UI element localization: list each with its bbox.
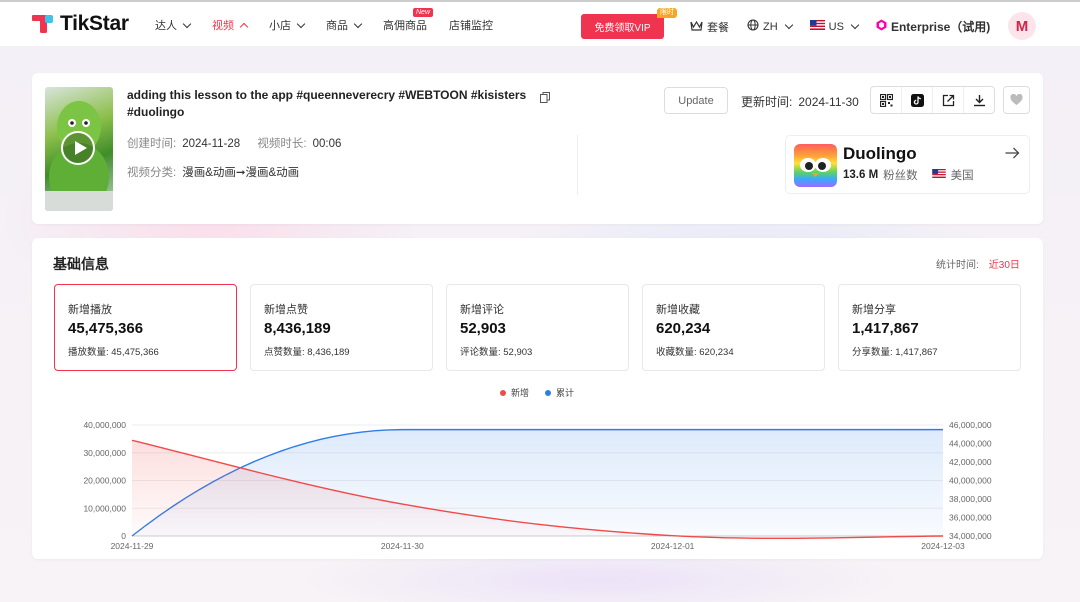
copy-icon[interactable] (540, 90, 550, 103)
video-title: adding this lesson to the app #queenneve… (127, 88, 527, 119)
video-meta-dates: 创建时间: 2024-11-28 视频时长: 00:06 (127, 135, 341, 151)
tiktok-icon[interactable] (902, 87, 933, 113)
basic-info-card: 基础信息 统计时间: 近30日 新增播放 45,475,366 播放数量: 45,… (32, 238, 1043, 559)
y-right-tick-label: 34,000,000 (949, 531, 992, 541)
duration-label: 视频时长: (257, 138, 307, 150)
plans-label: 套餐 (707, 21, 729, 34)
language-label: ZH (763, 20, 778, 33)
nav-item-videos[interactable]: 视频 (212, 17, 249, 33)
globe-icon (747, 19, 759, 34)
enterprise-label: Enterprise（试用) (890, 20, 991, 34)
chevron-up-icon (239, 22, 249, 31)
brand-name: TikStar (60, 12, 129, 35)
x-tick-label: 2024-12-01 (651, 541, 695, 551)
enterprise-gem-icon (876, 19, 887, 34)
chevron-down-icon (182, 19, 192, 28)
update-button[interactable]: Update (664, 87, 728, 114)
download-icon[interactable] (964, 87, 994, 113)
category-label: 视频分类: (127, 167, 177, 179)
y-right-tick-label: 44,000,000 (949, 439, 992, 449)
nav-item-shops[interactable]: 小店 (269, 17, 306, 33)
nav-label: 商品 (326, 20, 348, 32)
account-name: Duolingo (843, 144, 917, 163)
y-left-tick-label: 40,000,000 (83, 420, 126, 430)
limited-time-badge: 限时 (657, 8, 677, 18)
y-right-tick-label: 36,000,000 (949, 513, 992, 523)
account-card[interactable]: Duolingo 13.6 M 粉丝数 美国 (785, 135, 1030, 194)
logo[interactable]: TikStar (32, 12, 129, 36)
account-stats: 13.6 M 粉丝数 美国 (843, 167, 974, 183)
video-thumbnail[interactable] (45, 87, 113, 211)
y-left-tick-label: 30,000,000 (83, 448, 126, 458)
duration-value: 00:06 (312, 138, 342, 150)
divider (577, 135, 578, 195)
region-selector[interactable]: US (809, 20, 860, 33)
nav-label: 小店 (269, 20, 291, 32)
account-country: 美国 (950, 170, 974, 182)
play-icon[interactable] (61, 131, 95, 165)
y-right-tick-label: 46,000,000 (949, 420, 992, 430)
crown-icon (690, 20, 703, 34)
created-value: 2024-11-28 (182, 138, 241, 150)
y-left-tick-label: 10,000,000 (83, 503, 126, 513)
nav-item-high-commission[interactable]: 高佣商品 New (383, 8, 434, 33)
nav-item-shop-monitor[interactable]: 店铺监控 (449, 17, 493, 33)
updated-time: 更新时间: 2024-11-30 (741, 93, 859, 110)
followers-count: 13.6 M (843, 169, 879, 181)
heart-icon[interactable] (1003, 86, 1030, 114)
user-avatar[interactable]: M (1008, 12, 1036, 40)
enterprise-link[interactable]: Enterprise（试用) (876, 18, 990, 35)
chevron-down-icon (850, 20, 860, 30)
category-value: 漫画&动画➞漫画&动画 (182, 167, 300, 179)
y-left-tick-label: 20,000,000 (83, 476, 126, 486)
nav-label: 视频 (212, 20, 234, 32)
right-nav: 套餐 ZH US Enterprise（试用) (690, 18, 1008, 35)
y-right-tick-label: 42,000,000 (949, 457, 992, 467)
chevron-down-icon (784, 20, 793, 30)
arrow-right-icon[interactable] (1005, 146, 1020, 163)
main-nav: 达人 视频 小店 商品 高佣商品 New 店铺监控 (155, 8, 515, 33)
followers-label: 粉丝数 (883, 170, 918, 182)
chevron-down-icon (296, 19, 306, 28)
created-label: 创建时间: (127, 138, 177, 150)
language-selector[interactable]: ZH (747, 19, 793, 34)
us-flag-icon (809, 20, 825, 33)
plans-link[interactable]: 套餐 (690, 19, 729, 35)
tikstar-logo-icon (32, 13, 54, 35)
nav-label: 达人 (155, 20, 177, 32)
x-tick-label: 2024-11-30 (381, 541, 424, 551)
nav-item-products[interactable]: 商品 (326, 17, 363, 33)
y-right-tick-label: 38,000,000 (949, 494, 992, 504)
video-meta-category: 视频分类: 漫画&动画➞漫画&动画 (127, 164, 299, 180)
new-badge: New (413, 8, 434, 17)
trend-chart: 40,000,000 30,000,000 20,000,000 10,000,000… (83, 420, 992, 551)
duolingo-avatar (794, 144, 837, 187)
external-link-icon[interactable] (933, 87, 964, 113)
x-tick-label: 2024-11-29 (111, 541, 154, 551)
video-actions (870, 86, 995, 114)
nav-label: 高佣商品 (383, 20, 427, 32)
nav-label: 店铺监控 (449, 20, 493, 32)
y-left-tick-label: 0 (121, 531, 126, 541)
x-tick-label: 2024-12-03 (921, 541, 965, 551)
updated-value: 2024-11-30 (798, 95, 859, 109)
video-summary-card: adding this lesson to the app #queenneve… (32, 73, 1043, 224)
free-vip-button[interactable]: 免费领取VIP (581, 14, 664, 39)
chevron-down-icon (353, 19, 363, 28)
qr-code-icon[interactable] (871, 87, 902, 113)
us-flag-icon (931, 169, 946, 181)
nav-item-creators[interactable]: 达人 (155, 17, 192, 33)
top-navbar: TikStar 达人 视频 小店 商品 高佣商品 New 店铺监控 免费领取VIP… (0, 0, 1080, 46)
y-right-tick-label: 40,000,000 (949, 476, 992, 486)
region-label: US (828, 20, 844, 33)
updated-label: 更新时间: (741, 95, 793, 109)
